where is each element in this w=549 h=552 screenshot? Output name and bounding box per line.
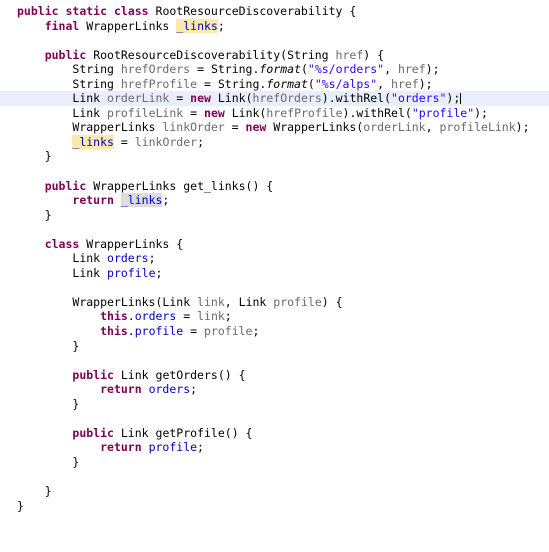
type-name: RootResourceDiscoverability — [155, 4, 343, 18]
local-linkorder: linkOrder — [162, 120, 225, 135]
string-literal: "%s/alps" — [314, 76, 378, 91]
keyword-public: public — [17, 4, 59, 18]
keyword-return: return — [72, 193, 114, 208]
code-line[interactable]: WrapperLinks linkOrder = new WrapperLink… — [0, 120, 549, 135]
code-line[interactable]: Link orders; — [0, 251, 549, 266]
constructor-name: RootResourceDiscoverability — [93, 47, 281, 62]
code-line[interactable]: } — [0, 339, 549, 354]
method-get-profile: getProfile — [155, 425, 225, 440]
code-line[interactable]: } — [0, 208, 549, 223]
string-literal: "profile" — [411, 105, 475, 120]
code-line[interactable]: public RootResourceDiscoverability(Strin… — [0, 48, 549, 63]
code-line[interactable]: String hrefProfile = String.format("%s/a… — [0, 77, 549, 92]
code-line-blank[interactable] — [0, 411, 549, 426]
keyword-final: final — [44, 18, 80, 33]
code-line[interactable]: return orders; — [0, 382, 549, 397]
inner-constructor-name: WrapperLinks — [72, 294, 156, 309]
inner-class-name: WrapperLinks — [86, 236, 170, 251]
code-line[interactable]: public static class RootResourceDiscover… — [0, 4, 549, 19]
code-line[interactable]: final WrapperLinks _links; — [0, 18, 549, 34]
code-line[interactable]: } — [0, 455, 549, 470]
method-withrel: withRel — [335, 91, 385, 106]
field-orders[interactable]: orders — [149, 382, 191, 396]
field-orders[interactable]: orders — [135, 309, 177, 323]
type-name: WrapperLinks — [86, 18, 170, 33]
code-line[interactable]: class WrapperLinks { — [0, 237, 549, 252]
keyword-this: this — [100, 309, 128, 324]
code-line[interactable]: } — [0, 499, 549, 514]
code-line-blank[interactable] — [0, 353, 549, 368]
code-line[interactable]: public WrapperLinks get_links() { — [0, 179, 549, 194]
code-line[interactable]: public Link getProfile() { — [0, 426, 549, 441]
text-caret — [460, 92, 462, 105]
code-line[interactable]: String hrefOrders = String.format("%s/or… — [0, 62, 549, 77]
code-line[interactable]: return _links; — [0, 193, 549, 208]
code-line[interactable]: } — [0, 149, 549, 164]
keyword-this: this — [100, 324, 128, 339]
code-line[interactable]: this.orders = link; — [0, 309, 549, 324]
code-line[interactable]: WrapperLinks(Link link, Link profile) { — [0, 295, 549, 310]
local-hrefprofile: hrefProfile — [120, 76, 198, 91]
code-line[interactable]: public Link getOrders() { — [0, 368, 549, 383]
code-editor-canvas[interactable]: public static class RootResourceDiscover… — [0, 0, 549, 552]
code-line[interactable]: } — [0, 397, 549, 412]
keyword-class: class — [113, 4, 149, 18]
code-line[interactable]: return profile; — [0, 440, 549, 455]
code-line[interactable]: } — [0, 484, 549, 499]
param-href: href — [335, 47, 364, 62]
param-profile: profile — [273, 294, 322, 309]
code-line[interactable]: Link profileLink = new Link(hrefProfile)… — [0, 106, 549, 121]
code-line-current[interactable]: Link orderLink = new Link(hrefOrders).wi… — [0, 91, 549, 106]
method-get-orders: getOrders — [155, 367, 218, 382]
string-literal: "orders" — [391, 91, 447, 106]
local-profilelink: profileLink — [107, 105, 184, 120]
code-line-blank[interactable] — [0, 164, 549, 179]
code-line[interactable]: _links = linkOrder; — [0, 134, 549, 150]
code-line[interactable]: this.profile = profile; — [0, 324, 549, 339]
param-link: link — [197, 294, 225, 309]
code-line-blank[interactable] — [0, 222, 549, 237]
field-links-assignment[interactable]: _links — [72, 134, 114, 149]
code-line-blank[interactable] — [0, 33, 549, 48]
code-line[interactable]: Link profile; — [0, 266, 549, 281]
field-profile[interactable]: profile — [107, 266, 155, 280]
code-line-blank[interactable] — [0, 470, 549, 485]
local-orderlink: orderLink — [107, 91, 170, 106]
code-line-blank[interactable] — [0, 280, 549, 295]
field-profile[interactable]: profile — [149, 440, 197, 454]
method-format: format — [259, 62, 301, 77]
string-literal: "%s/orders" — [307, 62, 385, 77]
field-orders[interactable]: orders — [107, 251, 149, 265]
method-get-links: get_links — [183, 178, 246, 193]
keyword-new: new — [190, 91, 211, 106]
local-hreforders: hrefOrders — [120, 62, 191, 77]
method-format: format — [266, 76, 308, 91]
keyword-static: static — [65, 4, 108, 18]
field-profile[interactable]: profile — [135, 324, 183, 338]
field-links-read[interactable]: _links — [120, 193, 163, 208]
field-links-declaration[interactable]: _links — [176, 18, 218, 33]
